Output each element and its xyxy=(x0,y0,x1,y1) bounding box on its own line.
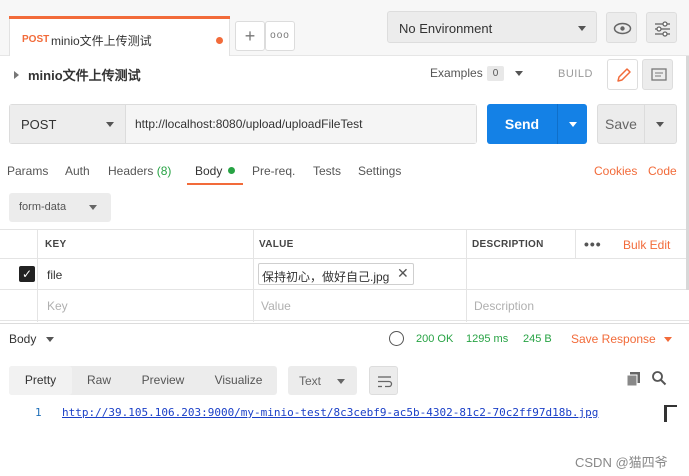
plus-icon: + xyxy=(244,26,256,46)
url-bar: POST xyxy=(9,104,477,144)
row-enabled-checkbox[interactable]: ✓ xyxy=(19,266,35,282)
description-placeholder[interactable]: Description xyxy=(474,299,534,313)
active-tab-accent xyxy=(9,16,230,19)
tab-tests[interactable]: Tests xyxy=(313,164,341,178)
response-divider xyxy=(0,323,689,324)
table-row-empty: Key Value Description xyxy=(0,290,689,321)
method-select[interactable]: POST xyxy=(10,105,126,143)
wrap-icon xyxy=(378,376,393,388)
globe-icon[interactable] xyxy=(389,331,404,346)
environment-select[interactable]: No Environment xyxy=(387,11,597,43)
search-icon[interactable] xyxy=(651,370,667,386)
body-type-select[interactable]: form-data xyxy=(9,193,111,222)
method-select-value: POST xyxy=(21,117,57,132)
edit-button[interactable] xyxy=(607,59,638,90)
tab-visualize[interactable]: Visualize xyxy=(200,366,277,395)
headers-count: (8) xyxy=(156,164,172,178)
table-header-row: KEY VALUE DESCRIPTION ••• Bulk Edit xyxy=(0,230,689,259)
body-active-dot-icon xyxy=(228,167,235,174)
bulk-edit-link[interactable]: Bulk Edit xyxy=(623,238,670,252)
send-button[interactable]: Send xyxy=(487,104,557,144)
response-format-value: Text xyxy=(299,374,322,388)
response-size[interactable]: 245 B xyxy=(523,333,552,345)
send-options-button[interactable] xyxy=(557,104,587,144)
save-button[interactable]: Save xyxy=(597,104,645,144)
cookies-link[interactable]: Cookies xyxy=(594,164,637,178)
tab-options-button[interactable]: ooo xyxy=(265,21,295,51)
wrap-lines-button[interactable] xyxy=(369,366,398,395)
table-options-icon[interactable]: ••• xyxy=(584,236,602,252)
request-tab[interactable]: POST minio文件上传测试 xyxy=(9,16,230,56)
tab-prerequest-script[interactable]: Pre-req. xyxy=(252,164,295,178)
line-number: 1 xyxy=(35,406,42,419)
save-options-button[interactable] xyxy=(645,104,677,144)
chevron-down-icon xyxy=(578,26,586,31)
url-input[interactable] xyxy=(126,105,476,143)
copy-icon[interactable] xyxy=(626,371,642,387)
watermark: CSDN @猫四爷 xyxy=(575,455,668,470)
param-key[interactable]: file xyxy=(47,268,62,282)
column-header-key: KEY xyxy=(45,239,67,250)
environment-select-value: No Environment xyxy=(399,21,493,36)
environment-quick-look-button[interactable] xyxy=(606,12,637,43)
caret-right-icon[interactable] xyxy=(14,71,19,79)
request-tab-method: POST xyxy=(22,34,50,45)
tab-headers[interactable]: Headers (8) xyxy=(108,164,171,178)
chevron-down-icon xyxy=(569,122,577,127)
key-placeholder[interactable]: Key xyxy=(47,299,68,313)
response-time[interactable]: 1295 ms xyxy=(466,333,508,345)
request-title-row: minio文件上传测试 Examples 0 BUILD xyxy=(0,56,689,96)
form-data-table: KEY VALUE DESCRIPTION ••• Bulk Edit ✓ fi… xyxy=(0,229,689,322)
tab-preview[interactable]: Preview xyxy=(126,366,200,395)
tab-headers-label: Headers xyxy=(108,164,154,178)
column-header-description: DESCRIPTION xyxy=(472,239,544,250)
remove-file-icon[interactable]: ✕ xyxy=(397,265,409,282)
manage-environments-button[interactable] xyxy=(646,12,677,43)
file-chip: 保持初心，做好自己.jpg ✕ xyxy=(258,263,414,285)
examples-dropdown[interactable]: Examples xyxy=(430,66,483,80)
table-row: ✓ file 保持初心，做好自己.jpg ✕ xyxy=(0,259,689,290)
request-tab-name: minio文件上传测试 xyxy=(51,34,152,48)
comment-icon xyxy=(651,68,667,81)
tab-auth[interactable]: Auth xyxy=(65,164,90,178)
tab-settings[interactable]: Settings xyxy=(358,164,401,178)
response-url-link[interactable]: http://39.105.106.203:9000/my-minio-test… xyxy=(62,406,598,419)
active-tab-underline xyxy=(187,183,243,185)
tab-bar: POST minio文件上传测试 + ooo No Environment xyxy=(0,0,689,56)
response-view-tabs: Pretty Raw Preview Visualize xyxy=(9,366,277,395)
value-placeholder[interactable]: Value xyxy=(261,299,291,313)
new-tab-button[interactable]: + xyxy=(235,21,265,51)
chevron-down-icon[interactable] xyxy=(664,337,672,342)
chevron-down-icon xyxy=(337,379,345,384)
chevron-down-icon xyxy=(656,122,664,127)
file-name: 保持初心，做好自己.jpg xyxy=(262,270,390,284)
unsaved-dot-icon xyxy=(216,37,223,44)
response-format-select[interactable]: Text xyxy=(288,366,357,395)
pencil-icon xyxy=(617,68,631,82)
build-label: BUILD xyxy=(558,68,593,80)
request-title[interactable]: minio文件上传测试 xyxy=(28,65,141,84)
examples-count-badge: 0 xyxy=(487,66,504,81)
tab-raw[interactable]: Raw xyxy=(72,366,126,395)
response-section-select[interactable]: Body xyxy=(9,332,36,346)
tab-body[interactable]: Body xyxy=(195,164,222,178)
examples-chevron-down-icon[interactable] xyxy=(515,71,523,76)
column-header-value: VALUE xyxy=(259,239,294,250)
ellipsis-icon: ooo xyxy=(270,30,290,41)
chevron-down-icon[interactable] xyxy=(46,337,54,342)
save-response-button[interactable]: Save Response xyxy=(571,332,656,346)
code-link[interactable]: Code xyxy=(648,164,677,178)
eye-icon xyxy=(613,22,632,35)
chevron-down-icon xyxy=(106,122,114,127)
body-type-value: form-data xyxy=(19,201,67,213)
tab-params[interactable]: Params xyxy=(7,164,48,178)
tab-pretty[interactable]: Pretty xyxy=(9,366,72,395)
text-cursor-marker xyxy=(664,405,677,422)
chevron-down-icon xyxy=(89,205,97,210)
status-code[interactable]: 200 OK xyxy=(416,333,453,345)
sliders-icon xyxy=(655,21,670,37)
comments-button[interactable] xyxy=(642,59,673,90)
